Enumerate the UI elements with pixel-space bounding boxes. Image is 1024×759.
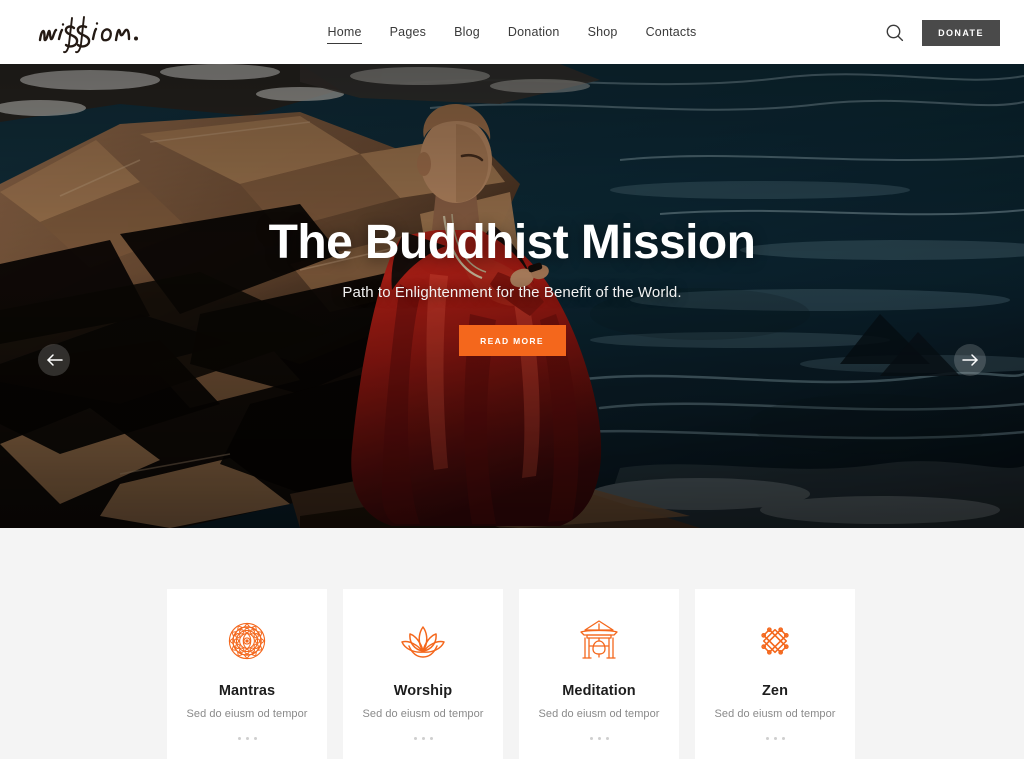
feature-card-zen[interactable]: Zen Sed do eiusm od tempor xyxy=(695,589,855,759)
endless-knot-glyph-icon xyxy=(761,627,789,655)
donate-button[interactable]: DONATE xyxy=(922,20,1000,46)
hero-title: The Buddhist Mission xyxy=(268,216,756,269)
hero-slider: The Buddhist Mission Path to Enlightenme… xyxy=(0,64,1024,528)
feature-card-dots xyxy=(765,737,785,740)
lotus-icon xyxy=(399,619,447,663)
feature-card-title: Meditation xyxy=(562,683,636,699)
feature-card-dots xyxy=(589,737,609,740)
arrow-right-icon xyxy=(961,354,978,366)
search-glyph-icon xyxy=(886,24,904,42)
feature-card-title: Worship xyxy=(393,683,453,699)
search-icon[interactable] xyxy=(883,21,907,45)
feature-card-mantras[interactable]: Mantras Sed do eiusm od tempor xyxy=(167,589,327,759)
lotus-glyph-icon xyxy=(401,626,445,658)
nav-item-blog[interactable]: Blog xyxy=(440,21,494,43)
read-more-button[interactable]: READ MORE xyxy=(458,325,566,357)
feature-card-worship[interactable]: Worship Sed do eiusm od tempor xyxy=(343,589,503,759)
mandala-icon xyxy=(225,619,269,663)
arrow-left-icon xyxy=(46,354,63,366)
feature-card-dots xyxy=(413,737,433,740)
feature-card-desc: Sed do eiusm od tempor xyxy=(714,708,836,720)
temple-gate-glyph-icon xyxy=(580,620,618,659)
hero-content: The Buddhist Mission Path to Enlightenme… xyxy=(0,64,1024,528)
carousel-prev-button[interactable] xyxy=(38,344,70,376)
feature-card-title: Zen xyxy=(761,683,789,699)
features-section: Mantras Sed do eiusm od tempor Worship S… xyxy=(0,528,1024,759)
nav-item-contacts[interactable]: Contacts xyxy=(632,21,711,43)
feature-card-list: Mantras Sed do eiusm od tempor Worship S… xyxy=(167,589,855,759)
feature-card-dots xyxy=(237,737,257,740)
feature-card-title: Mantras xyxy=(218,683,276,699)
feature-card-desc: Sed do eiusm od tempor xyxy=(538,708,660,720)
hero-subtitle: Path to Enlightenment for the Benefit of… xyxy=(342,284,682,302)
main-navigation: Home Pages Blog Donation Shop Contacts xyxy=(0,0,1024,64)
nav-item-home[interactable]: Home xyxy=(313,21,375,44)
nav-item-shop[interactable]: Shop xyxy=(574,21,632,43)
nav-item-donation[interactable]: Donation xyxy=(494,21,574,43)
carousel-next-button[interactable] xyxy=(954,344,986,376)
feature-card-meditation[interactable]: Meditation Sed do eiusm od tempor xyxy=(519,589,679,759)
feature-card-desc: Sed do eiusm od tempor xyxy=(362,708,484,720)
nav-item-pages[interactable]: Pages xyxy=(376,21,440,43)
site-header: Home Pages Blog Donation Shop Contacts D… xyxy=(0,0,1024,64)
temple-gate-icon xyxy=(578,619,620,663)
mandala-glyph-icon xyxy=(228,622,266,660)
endless-knot-icon xyxy=(753,619,797,663)
feature-card-desc: Sed do eiusm od tempor xyxy=(186,708,308,720)
